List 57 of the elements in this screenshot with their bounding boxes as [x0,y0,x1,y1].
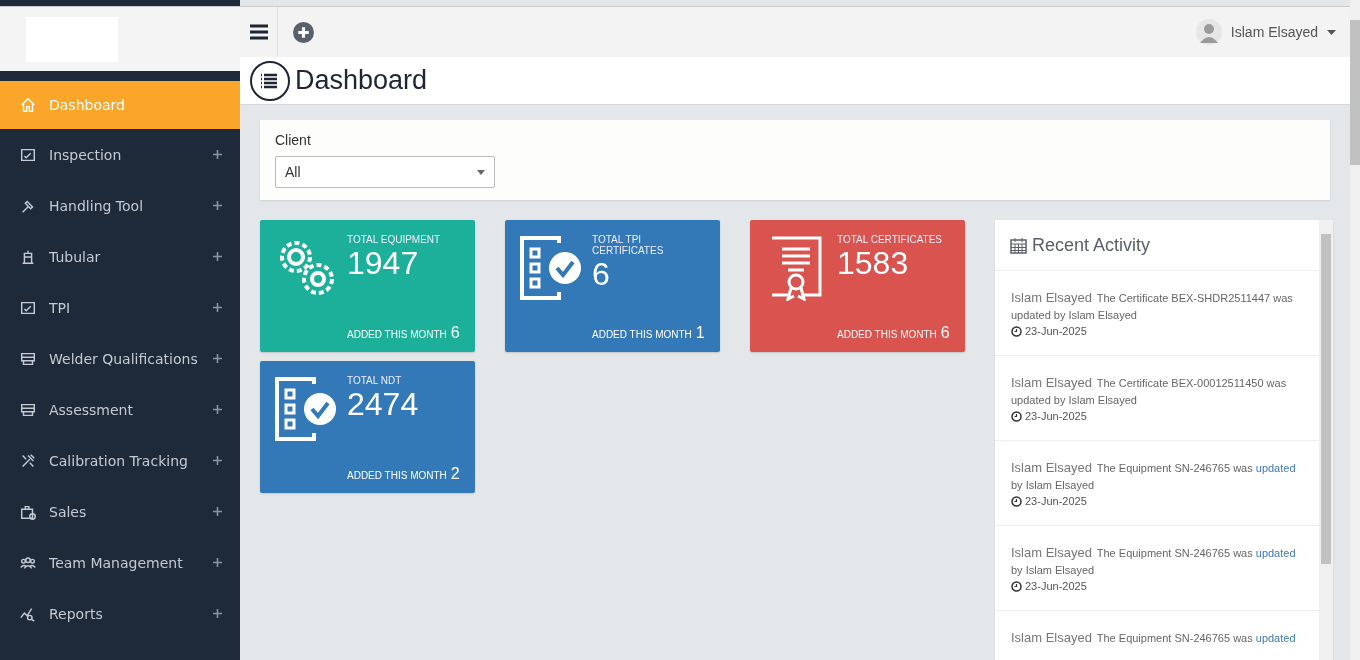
page-title: Dashboard [295,65,428,96]
activity-text: Islam Elsayed The Certificate BEX-00012511450 was updated by Islam Elsayed [1011,374,1288,408]
scrollbar[interactable] [1319,220,1333,660]
clock-icon [1011,495,1022,507]
sidebar-item[interactable]: Handling Tool [0,180,240,231]
activity-text: Islam Elsayed The Equipment SN-246765 was updated by Islam Elsayed [1011,459,1297,493]
stat-added-count: 1 [695,324,705,342]
add-icon [292,21,314,43]
list-icon [250,60,290,101]
sidebar-item[interactable]: Sales [0,486,240,537]
activity-date: 23-Jun-2025 [1025,410,1087,422]
sidebar-item[interactable]: Inspection [0,129,240,180]
avatar-icon [1195,19,1222,45]
user-menu[interactable]: Islam Elsayed [1195,19,1336,45]
clock-icon [1011,580,1022,592]
update-link[interactable]: updated [1255,547,1296,559]
stat-added-count: 2 [450,465,460,483]
activity-title: Recent Activity [1032,234,1151,256]
stat-added-label: ADDED THIS MONTH [347,329,447,340]
clock-icon [1011,410,1022,422]
stat-title: TOTAL CERTIFICATES [837,234,943,245]
stat-value: 1947 [347,245,420,281]
stat-added-label: ADDED THIS MONTH [592,329,692,340]
stat-value: 6 [592,256,611,292]
checklist-icon [519,235,583,301]
activity-date: 23-Jun-2025 [1025,580,1087,592]
activity-date: 23-Jun-2025 [1025,325,1087,337]
stat-added-label: ADDED THIS MONTH [347,470,447,481]
activity-text: Islam Elsayed The Certificate BEX-SHDR2511447 was updated by Islam Elsayed [1011,289,1294,323]
update-link[interactable]: updated [1255,462,1296,474]
stat-title: TOTAL TPI CERTIFICATES [592,234,665,256]
calendar-icon [1010,236,1027,254]
scrollbar[interactable] [1350,0,1360,660]
stat-title: TOTAL NDT [347,375,403,386]
clock-icon [1011,325,1022,337]
activity-text: Islam Elsayed The Equipment SN-246765 was updated by Islam Elsayed [1011,544,1297,578]
sidebar-item[interactable]: Assessment [0,384,240,435]
caret-icon [477,169,485,175]
update-link[interactable]: updated [1255,632,1296,644]
stat-title: TOTAL EQUIPMENT [347,234,442,245]
checklist-icon [274,376,338,442]
sidebar-item[interactable]: Welder Qualifications [0,333,240,384]
stat-added-label: ADDED THIS MONTH [837,329,937,340]
sidebar-item[interactable]: Team Management [0,537,240,588]
activity-date: 23-Jun-2025 [1025,495,1087,507]
sidebar-item[interactable]: Reports [0,588,240,639]
sidebar-item[interactable]: Tubular [0,231,240,282]
sidebar-item[interactable]: TPI [0,282,240,333]
sidebar-item[interactable]: Calibration Tracking [0,435,240,486]
client-select[interactable]: All [275,156,495,188]
caret-icon [1327,29,1336,35]
stat-value: 1583 [837,245,910,281]
stat-added-count: 6 [450,324,460,342]
stat-added-count: 6 [940,324,950,342]
activity-text: Islam Elsayed The Equipment SN-246765 was updated [1011,629,1297,647]
client-label: Client [275,132,312,148]
stat-value: 2474 [347,386,420,422]
